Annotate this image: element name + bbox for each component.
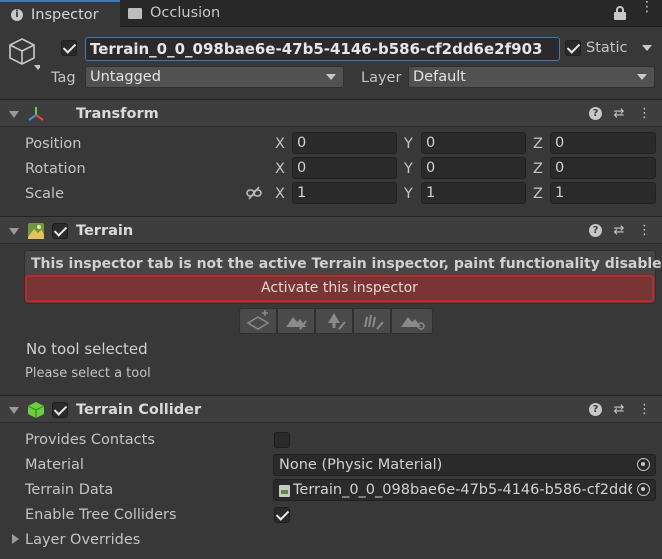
transform-position-row: Position X 0 Y 0 Z 0 xyxy=(0,132,662,156)
terrain-settings-icon xyxy=(401,317,425,330)
tab-occlusion-label: Occlusion xyxy=(150,5,221,21)
static-label: Static xyxy=(586,40,628,56)
more-options-icon[interactable]: ⋮ xyxy=(640,0,654,22)
enable-tree-colliders-label: Enable Tree Colliders xyxy=(25,507,177,523)
info-icon: i xyxy=(11,9,23,21)
paint-trees-icon xyxy=(328,313,346,330)
rotation-z-field[interactable]: 0 xyxy=(550,157,656,179)
layer-value: Default xyxy=(413,69,466,85)
component-menu-icon[interactable]: ⋮ xyxy=(638,106,651,122)
layer-label: Layer xyxy=(361,70,402,86)
provides-contacts-toggle[interactable] xyxy=(274,432,290,448)
tab-inspector[interactable]: i Inspector xyxy=(0,0,120,28)
terrain-data-field[interactable]: Terrain_0_0_098bae6e-47b5-4146-b586-cf2d… xyxy=(273,479,656,501)
scale-z-field[interactable]: 1 xyxy=(550,182,656,204)
axis-z-label[interactable]: Z xyxy=(533,134,545,154)
presets-icon[interactable]: ⇄ xyxy=(612,223,626,239)
rotation-x-field[interactable]: 0 xyxy=(292,157,397,179)
axis-y-label[interactable]: Y xyxy=(404,134,416,154)
object-picker-icon[interactable] xyxy=(637,458,650,471)
material-label: Material xyxy=(25,457,84,473)
terrain-header[interactable]: Terrain ? ⇄ ⋮ xyxy=(0,216,662,244)
tag-label: Tag xyxy=(51,70,76,86)
presets-icon[interactable]: ⇄ xyxy=(612,106,626,122)
foldout-arrow-icon[interactable] xyxy=(9,407,19,414)
folder-icon xyxy=(128,8,142,19)
paint-details-tool[interactable] xyxy=(353,308,391,334)
rotation-y-field[interactable]: 0 xyxy=(421,157,526,179)
foldout-arrow-icon[interactable] xyxy=(9,228,19,235)
activate-inspector-label: Activate this inspector xyxy=(261,280,418,296)
create-neighbor-tool[interactable] xyxy=(239,308,277,334)
help-icon[interactable]: ? xyxy=(589,224,602,237)
enable-tree-colliders-toggle[interactable] xyxy=(274,507,290,523)
terrain-collider-icon xyxy=(27,401,45,419)
unlinked-scale-icon[interactable] xyxy=(246,186,262,200)
terrain-data-value: Terrain_0_0_098bae6e-47b5-4146-b586-cf2d… xyxy=(293,482,632,498)
terrain-icon xyxy=(27,222,45,240)
no-tool-title: No tool selected xyxy=(26,340,148,358)
axis-y-label[interactable]: Y xyxy=(404,159,416,179)
terrain-data-asset-icon xyxy=(279,485,290,497)
material-field[interactable]: None (Physic Material) xyxy=(273,454,656,476)
scale-y-field[interactable]: 1 xyxy=(421,182,526,204)
object-picker-icon[interactable] xyxy=(637,483,650,496)
tag-dropdown[interactable]: Untagged xyxy=(85,66,344,88)
no-tool-hint: Please select a tool xyxy=(25,366,151,381)
active-toggle[interactable] xyxy=(61,40,77,56)
transform-rotation-row: Rotation X 0 Y 0 Z 0 xyxy=(0,157,662,181)
paint-details-icon xyxy=(364,314,384,330)
transform-icon xyxy=(27,105,45,123)
axis-x-label[interactable]: X xyxy=(275,184,287,204)
terrain-enabled-toggle[interactable] xyxy=(52,223,68,239)
component-menu-icon[interactable]: ⋮ xyxy=(638,402,651,418)
paint-trees-tool[interactable] xyxy=(315,308,353,334)
lock-icon[interactable] xyxy=(614,6,626,20)
layer-dropdown[interactable]: Default xyxy=(408,66,655,88)
static-toggle[interactable] xyxy=(565,40,581,56)
material-value: None (Physic Material) xyxy=(279,457,443,473)
terrain-collider-header[interactable]: Terrain Collider ? ⇄ ⋮ xyxy=(0,395,662,423)
transform-header[interactable]: Transform ? ⇄ ⋮ xyxy=(0,99,662,127)
position-label: Position xyxy=(25,136,82,152)
foldout-arrow-icon[interactable] xyxy=(9,111,19,118)
terrain-data-label: Terrain Data xyxy=(25,482,114,498)
terrain-warning-text: This inspector tab is not the active Ter… xyxy=(31,256,662,272)
help-icon[interactable]: ? xyxy=(589,107,602,120)
axis-x-label[interactable]: X xyxy=(275,134,287,154)
scale-x-field[interactable]: 1 xyxy=(292,182,397,204)
component-menu-icon[interactable]: ⋮ xyxy=(638,223,651,239)
tag-value: Untagged xyxy=(90,69,161,85)
create-neighbor-icon xyxy=(246,310,270,330)
layer-overrides-foldout-icon[interactable] xyxy=(12,534,19,544)
provides-contacts-label: Provides Contacts xyxy=(25,432,155,448)
static-dropdown-arrow[interactable] xyxy=(642,45,652,51)
terrain-collider-enabled-toggle[interactable] xyxy=(52,402,68,418)
axis-x-label[interactable]: X xyxy=(275,159,287,179)
position-x-field[interactable]: 0 xyxy=(292,132,397,154)
activate-inspector-button[interactable]: Activate this inspector xyxy=(29,278,650,299)
axis-y-label[interactable]: Y xyxy=(404,184,416,204)
terrain-collider-title: Terrain Collider xyxy=(76,402,202,418)
axis-z-label[interactable]: Z xyxy=(533,159,545,179)
paint-terrain-icon xyxy=(286,317,307,330)
gameobject-icon[interactable] xyxy=(8,36,42,70)
object-name-field[interactable]: Terrain_0_0_098bae6e-47b5-4146-b586-cf2d… xyxy=(85,37,560,61)
tab-inspector-label: Inspector xyxy=(31,7,99,23)
tab-occlusion[interactable]: Occlusion xyxy=(121,0,241,27)
rotation-label: Rotation xyxy=(25,161,86,177)
transform-title: Transform xyxy=(76,106,159,122)
terrain-settings-tool[interactable] xyxy=(391,308,433,334)
position-y-field[interactable]: 0 xyxy=(421,132,526,154)
position-z-field[interactable]: 0 xyxy=(550,132,656,154)
terrain-title: Terrain xyxy=(76,223,134,239)
help-icon[interactable]: ? xyxy=(589,403,602,416)
paint-terrain-tool[interactable] xyxy=(277,308,315,334)
presets-icon[interactable]: ⇄ xyxy=(612,402,626,418)
scale-label: Scale xyxy=(25,186,65,202)
axis-z-label[interactable]: Z xyxy=(533,184,545,204)
transform-scale-row: Scale X 1 Y 1 Z 1 xyxy=(0,182,662,206)
layer-overrides-label[interactable]: Layer Overrides xyxy=(25,530,140,550)
